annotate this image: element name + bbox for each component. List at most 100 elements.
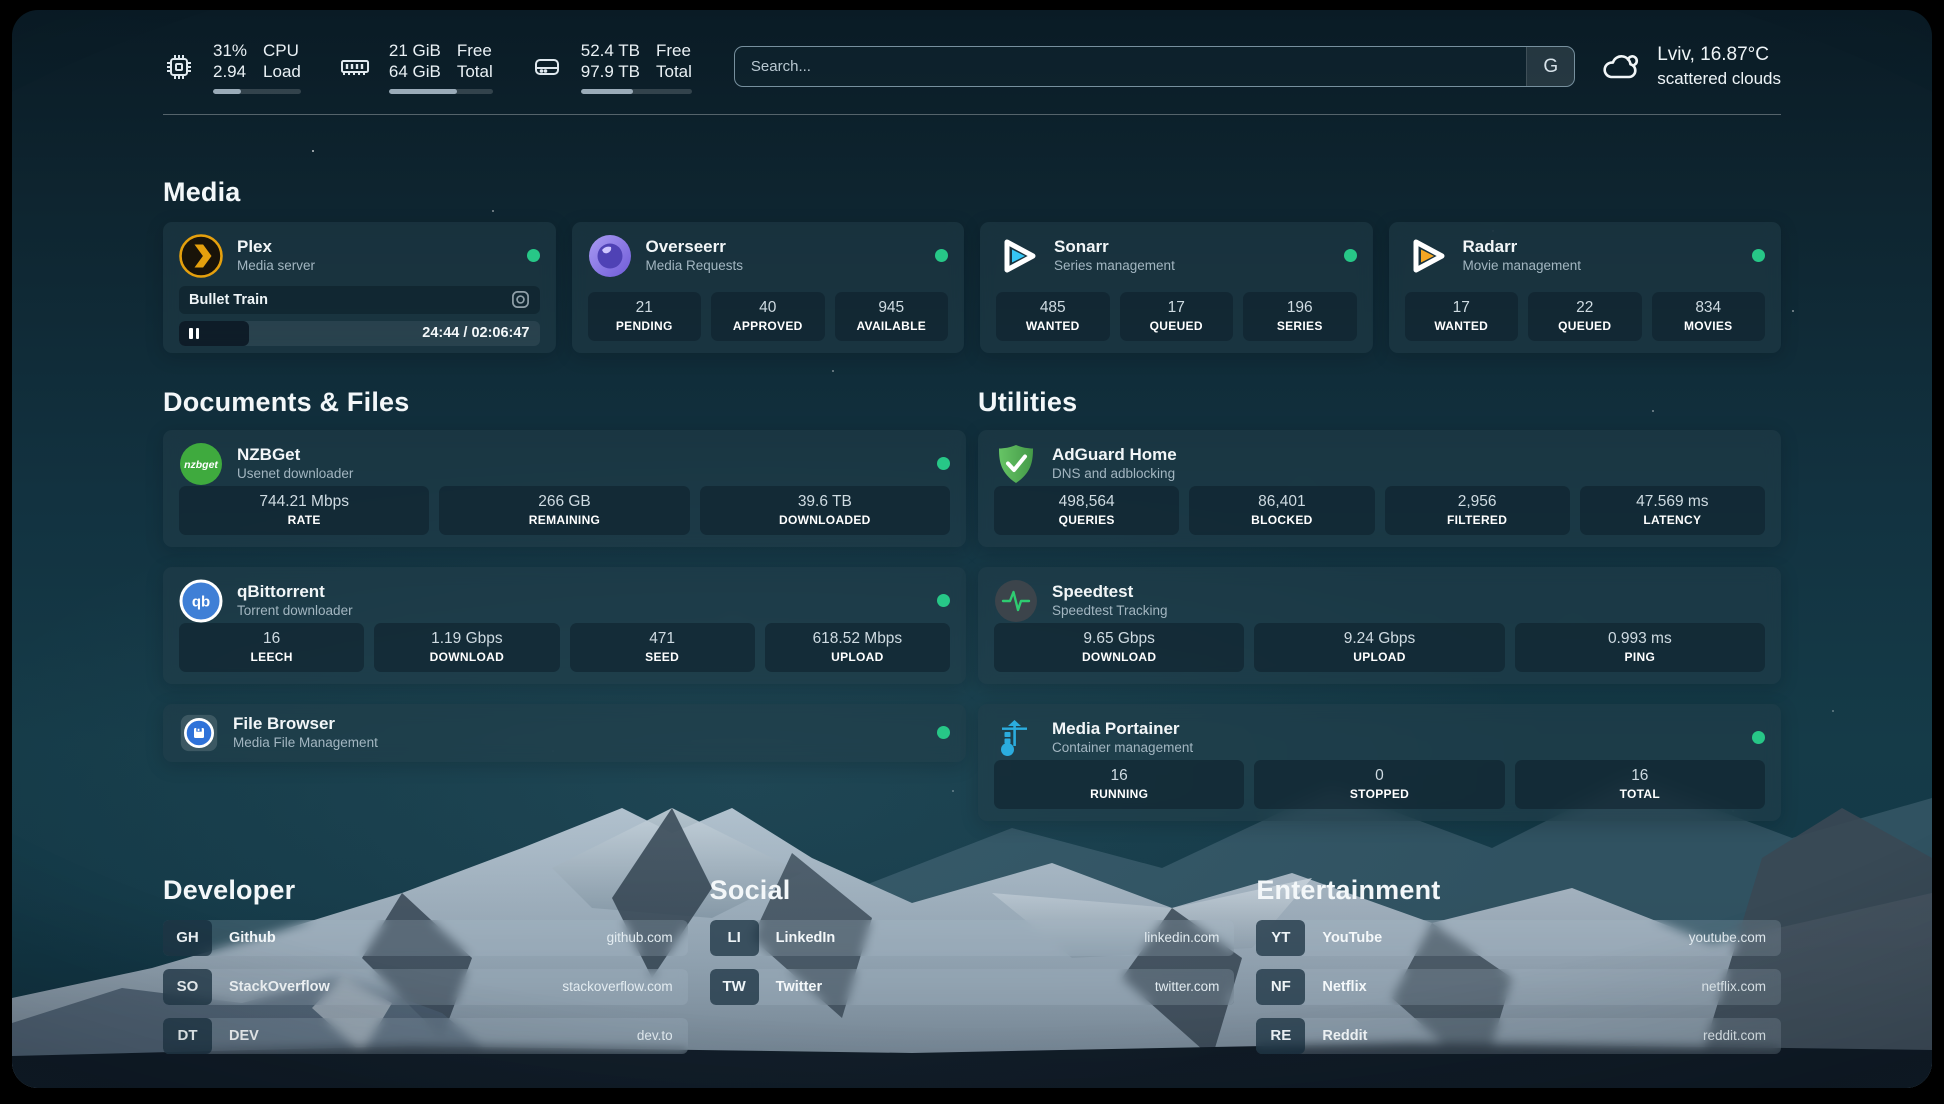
filebrowser-logo-icon: [179, 713, 219, 753]
bookmark-name: DEV: [212, 1028, 259, 1044]
bookmark-dev[interactable]: DT DEV dev.to: [163, 1018, 688, 1054]
search-engine-button[interactable]: G: [1526, 47, 1574, 86]
stat-download: 9.65 GbpsDOWNLOAD: [994, 623, 1244, 672]
svg-text:nzbget: nzbget: [184, 459, 218, 471]
app-name: Media Portainer: [1052, 718, 1193, 739]
stat-blocked: 86,401BLOCKED: [1189, 486, 1374, 535]
section-title-utilities: Utilities: [978, 387, 1781, 418]
app-name: qBittorrent: [237, 581, 353, 602]
disk-icon: [531, 51, 563, 83]
svg-text:qb: qb: [192, 593, 210, 610]
section-title-documents: Documents & Files: [163, 387, 966, 418]
stat-total: 16TOTAL: [1515, 760, 1765, 809]
bookmark-group-entertainment: Entertainment YT YouTube youtube.com NF …: [1256, 875, 1781, 1067]
stat-available: 945AVAILABLE: [835, 292, 949, 341]
stat-queries: 498,564QUERIES: [994, 486, 1179, 535]
app-subtitle: Media File Management: [233, 735, 378, 752]
media-card-row: Plex Media server Bullet Train: [163, 222, 1781, 353]
stat-queued: 17QUEUED: [1120, 292, 1234, 341]
cloud-icon: [1601, 50, 1643, 84]
sonarr-logo-icon: [996, 234, 1040, 278]
now-playing-title: Bullet Train: [189, 292, 268, 308]
app-name: Sonarr: [1054, 236, 1175, 257]
section-title-social: Social: [710, 875, 1235, 906]
speedtest-logo-icon: [994, 579, 1038, 623]
app-subtitle: Series management: [1054, 258, 1175, 275]
cpu-icon: [163, 51, 195, 83]
bookmark-url: netflix.com: [1701, 979, 1781, 994]
bookmark-name: Reddit: [1305, 1028, 1367, 1044]
app-card-overseerr[interactable]: Overseerr Media Requests 21PENDING 40APP…: [572, 222, 965, 353]
cpu-usage-value: 31%: [213, 40, 247, 61]
bookmark-url: twitter.com: [1155, 979, 1235, 994]
bookmark-name: Netflix: [1305, 979, 1366, 995]
radarr-logo-icon: [1405, 234, 1449, 278]
app-subtitle: Media server: [237, 258, 315, 275]
app-name: Plex: [237, 236, 315, 257]
bookmark-stackoverflow[interactable]: SO StackOverflow stackoverflow.com: [163, 969, 688, 1005]
top-bar: 31%2.94 CPULoad 21 GiB64 GiB FreeTotal: [163, 40, 1781, 94]
stat-seed: 471SEED: [570, 623, 755, 672]
bookmark-abbr: NF: [1256, 969, 1305, 1005]
bookmark-netflix[interactable]: NF Netflix netflix.com: [1256, 969, 1781, 1005]
bookmark-name: StackOverflow: [212, 979, 330, 995]
app-card-sonarr[interactable]: Sonarr Series management 485WANTED 17QUE…: [980, 222, 1373, 353]
app-card-filebrowser[interactable]: File Browser Media File Management: [163, 704, 966, 762]
search-input[interactable]: [735, 47, 1526, 86]
app-subtitle: Movie management: [1463, 258, 1582, 275]
cpu-load-value: 2.94: [213, 61, 247, 82]
search-bar: G: [734, 46, 1575, 87]
app-card-speedtest[interactable]: Speedtest Speedtest Tracking 9.65 GbpsDO…: [978, 567, 1781, 684]
stat-leech: 16LEECH: [179, 623, 364, 672]
weather-condition: scattered clouds: [1657, 68, 1781, 90]
bookmark-name: LinkedIn: [759, 930, 836, 946]
app-name: Overseerr: [646, 236, 744, 257]
bookmark-github[interactable]: GH Github github.com: [163, 920, 688, 956]
memory-total-label: Total: [457, 61, 493, 82]
pause-icon: [189, 328, 199, 339]
app-card-plex[interactable]: Plex Media server Bullet Train: [163, 222, 556, 353]
stat-wanted: 17WANTED: [1405, 292, 1519, 341]
stat-running: 16RUNNING: [994, 760, 1244, 809]
bookmark-abbr: DT: [163, 1018, 212, 1054]
bookmark-name: Twitter: [759, 979, 822, 995]
app-card-nzbget[interactable]: nzbget NZBGet Usenet downloader 744.21 M…: [163, 430, 966, 547]
memory-stat: 21 GiB64 GiB FreeTotal: [339, 40, 493, 94]
bookmark-url: dev.to: [637, 1028, 688, 1043]
header-divider: [163, 114, 1781, 115]
bookmark-group-social: Social LI LinkedIn linkedin.com TW Twitt…: [710, 875, 1235, 1067]
stat-upload: 9.24 GbpsUPLOAD: [1254, 623, 1504, 672]
bookmark-twitter[interactable]: TW Twitter twitter.com: [710, 969, 1235, 1005]
bookmark-reddit[interactable]: RE Reddit reddit.com: [1256, 1018, 1781, 1054]
status-online-dot: [937, 726, 950, 739]
app-name: AdGuard Home: [1052, 444, 1177, 465]
bookmark-url: linkedin.com: [1144, 930, 1234, 945]
system-stats: 31%2.94 CPULoad 21 GiB64 GiB FreeTotal: [163, 40, 692, 94]
status-online-dot: [935, 249, 948, 262]
app-subtitle: Speedtest Tracking: [1052, 603, 1168, 620]
bookmark-youtube[interactable]: YT YouTube youtube.com: [1256, 920, 1781, 956]
bookmark-abbr: YT: [1256, 920, 1305, 956]
stat-pending: 21PENDING: [588, 292, 702, 341]
stat-download: 1.19 GbpsDOWNLOAD: [374, 623, 559, 672]
app-card-portainer[interactable]: Media Portainer Container management 16R…: [978, 704, 1781, 821]
app-name: Speedtest: [1052, 581, 1168, 602]
stat-filtered: 2,956FILTERED: [1385, 486, 1570, 535]
status-online-dot: [1344, 249, 1357, 262]
bookmark-abbr: LI: [710, 920, 759, 956]
memory-progress-bar: [389, 89, 493, 94]
section-title-developer: Developer: [163, 875, 688, 906]
utilities-column: Utilities AdGuard Home DNS and adblockin…: [978, 387, 1781, 821]
app-card-qbittorrent[interactable]: qb qBittorrent Torrent downloader 16LEEC…: [163, 567, 966, 684]
bookmark-linkedin[interactable]: LI LinkedIn linkedin.com: [710, 920, 1235, 956]
app-card-radarr[interactable]: Radarr Movie management 17WANTED 22QUEUE…: [1389, 222, 1782, 353]
bookmark-url: stackoverflow.com: [562, 979, 687, 994]
app-card-adguard[interactable]: AdGuard Home DNS and adblocking 498,564Q…: [978, 430, 1781, 547]
cpu-stat: 31%2.94 CPULoad: [163, 40, 301, 94]
app-subtitle: Container management: [1052, 740, 1193, 757]
bookmark-group-developer: Developer GH Github github.com SO StackO…: [163, 875, 688, 1067]
nzbget-logo-icon: nzbget: [179, 442, 223, 486]
disk-progress-bar: [581, 89, 692, 94]
section-title-media: Media: [163, 177, 1781, 208]
memory-icon: [339, 51, 371, 83]
